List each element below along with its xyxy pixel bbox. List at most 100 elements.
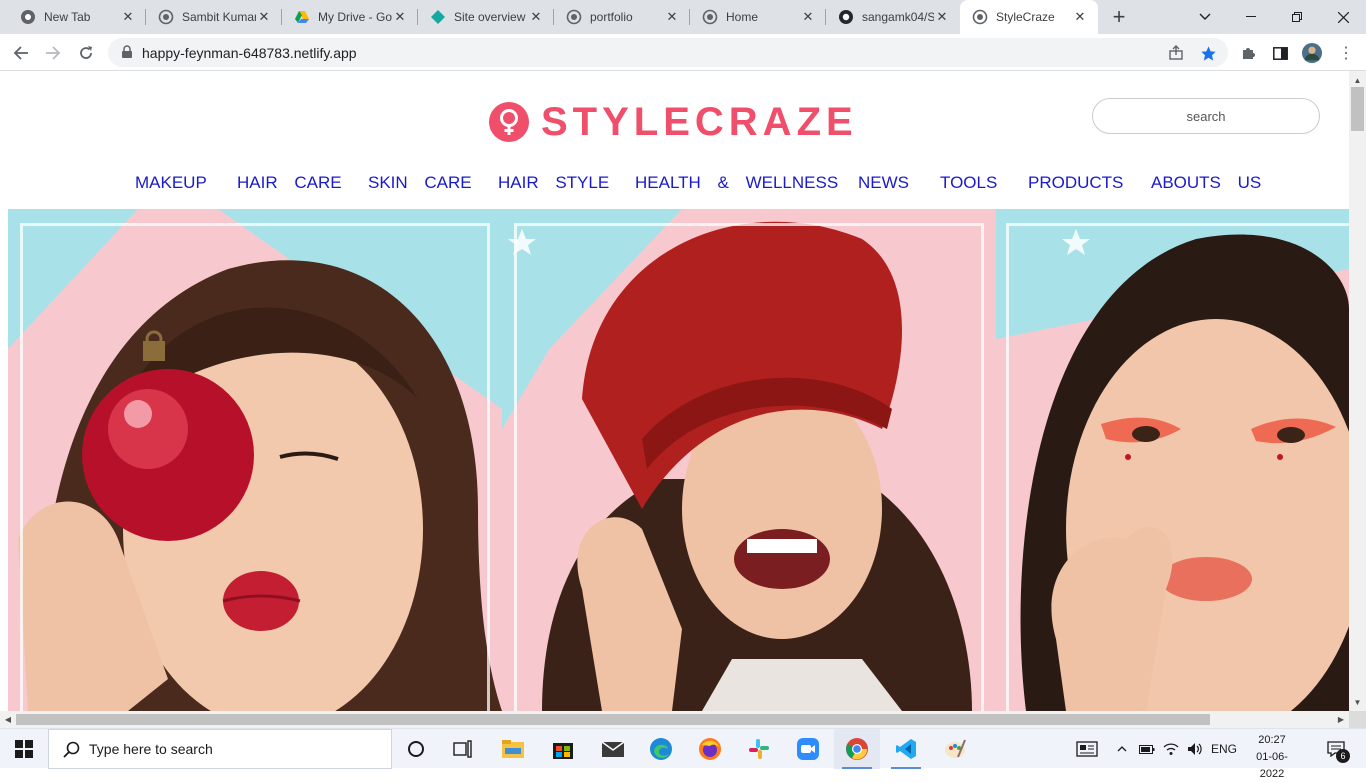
- taskbar-search-box[interactable]: Type here to search: [48, 729, 392, 769]
- chrome-taskbar-icon[interactable]: [834, 729, 880, 769]
- tab-portfolio[interactable]: portfolio ✕: [554, 0, 690, 34]
- tab-title: Home: [726, 10, 759, 24]
- nav-skin-care[interactable]: SKIN CARE: [368, 173, 472, 193]
- restore-button[interactable]: [1274, 0, 1320, 34]
- minimize-button[interactable]: [1228, 0, 1274, 34]
- side-panel-icon[interactable]: [1270, 43, 1290, 63]
- scroll-down-arrow-icon[interactable]: ▼: [1349, 695, 1366, 709]
- slack-icon[interactable]: [736, 729, 782, 769]
- paint-icon[interactable]: [932, 729, 978, 769]
- scroll-right-arrow-icon[interactable]: ▶: [1334, 711, 1348, 728]
- wifi-icon[interactable]: [1160, 729, 1182, 769]
- new-tab-button[interactable]: +: [1107, 4, 1131, 29]
- tab-search-chevron-icon[interactable]: [1182, 0, 1228, 34]
- globe-icon: [158, 9, 174, 25]
- tab-home[interactable]: Home ✕: [690, 0, 826, 34]
- edge-browser-icon[interactable]: [638, 729, 684, 769]
- close-icon[interactable]: ✕: [392, 9, 408, 25]
- scroll-left-arrow-icon[interactable]: ◀: [1, 711, 15, 728]
- site-search-input[interactable]: [1092, 98, 1320, 134]
- bookmark-star-icon[interactable]: [1199, 44, 1217, 62]
- nav-hair-style[interactable]: HAIR STYLE: [498, 173, 609, 193]
- lock-icon[interactable]: [120, 45, 134, 59]
- taskbar-search-placeholder: Type here to search: [89, 741, 213, 757]
- hero-banner[interactable]: [8, 209, 1349, 711]
- extensions-puzzle-icon[interactable]: [1238, 43, 1258, 63]
- menu-kebab-icon[interactable]: ⋮: [1336, 43, 1356, 63]
- cortana-icon[interactable]: [393, 729, 439, 769]
- close-icon[interactable]: ✕: [1072, 9, 1088, 25]
- tab-title: New Tab: [44, 10, 91, 24]
- address-bar[interactable]: happy-feynman-648783.netlify.app: [108, 38, 1228, 67]
- system-clock[interactable]: 20:27 01-06-2022: [1244, 732, 1300, 783]
- nav-health-wellness[interactable]: HEALTH & WELLNESS: [635, 173, 838, 193]
- tab-title: portfolio: [590, 10, 633, 24]
- globe-icon: [566, 9, 582, 25]
- reload-button[interactable]: [73, 40, 99, 66]
- nav-abouts-us[interactable]: ABOUTS US: [1151, 173, 1261, 193]
- close-icon[interactable]: ✕: [934, 9, 950, 25]
- tab-title: Sambit Kumar: [182, 10, 256, 24]
- globe-icon: [972, 9, 988, 25]
- url-text: happy-feynman-648783.netlify.app: [142, 45, 357, 61]
- tab-sambit[interactable]: Sambit Kumar ✕: [146, 0, 282, 34]
- netlify-icon: [430, 9, 446, 25]
- nav-makeup[interactable]: MAKEUP: [135, 173, 207, 193]
- zoom-icon[interactable]: [785, 729, 831, 769]
- tab-title: My Drive - Google Drive: [318, 10, 392, 24]
- horizontal-scrollbar[interactable]: ◀ ▶: [0, 711, 1349, 728]
- tab-stylecraze[interactable]: StyleCraze ✕: [960, 0, 1098, 34]
- start-button[interactable]: [0, 729, 48, 769]
- nav-products[interactable]: PRODUCTS: [1028, 173, 1123, 193]
- notification-count-badge: 6: [1336, 749, 1350, 763]
- tab-google-drive[interactable]: My Drive - Google Drive ✕: [282, 0, 418, 34]
- news-widget-icon[interactable]: [1072, 729, 1102, 769]
- scrollbar-corner: [1349, 711, 1366, 728]
- nav-hair-care[interactable]: HAIR CARE: [237, 173, 342, 193]
- close-icon[interactable]: ✕: [800, 9, 816, 25]
- clock-time: 20:27: [1258, 734, 1286, 746]
- task-view-icon[interactable]: [440, 729, 486, 769]
- profile-avatar[interactable]: [1302, 43, 1322, 63]
- tab-new-tab[interactable]: New Tab ✕: [8, 0, 146, 34]
- close-icon[interactable]: ✕: [664, 9, 680, 25]
- firefox-icon[interactable]: [687, 729, 733, 769]
- file-explorer-icon[interactable]: [490, 729, 536, 769]
- google-drive-icon: [294, 9, 310, 25]
- hero-frame: [514, 223, 984, 711]
- nav-tools[interactable]: TOOLS: [940, 173, 997, 193]
- microsoft-store-icon[interactable]: [540, 729, 586, 769]
- tab-strip: New Tab ✕ Sambit Kumar ✕ My Drive - Goog…: [0, 0, 1366, 34]
- volume-icon[interactable]: [1184, 729, 1206, 769]
- scroll-up-arrow-icon[interactable]: ▲: [1349, 73, 1366, 87]
- vertical-scroll-thumb[interactable]: [1351, 87, 1364, 131]
- vscode-icon[interactable]: [883, 729, 929, 769]
- browser-toolbar: happy-feynman-648783.netlify.app ⋮: [0, 34, 1366, 71]
- close-window-button[interactable]: [1320, 0, 1366, 34]
- share-icon[interactable]: [1167, 44, 1185, 62]
- vertical-scrollbar[interactable]: ▲ ▼: [1349, 71, 1366, 711]
- close-icon[interactable]: ✕: [256, 9, 272, 25]
- site-logo[interactable]: STYLECRAZE: [489, 101, 858, 143]
- battery-icon[interactable]: [1136, 729, 1158, 769]
- nav-news[interactable]: NEWS: [858, 173, 909, 193]
- chrome-icon: [20, 9, 36, 25]
- notification-center-button[interactable]: 6: [1316, 729, 1356, 769]
- close-icon[interactable]: ✕: [528, 9, 544, 25]
- tab-title: sangamk04/S: [862, 10, 934, 24]
- tab-github[interactable]: sangamk04/S ✕: [826, 0, 960, 34]
- hero-frame: [1006, 223, 1349, 711]
- tab-site-overview[interactable]: Site overview ✕: [418, 0, 554, 34]
- horizontal-scroll-thumb[interactable]: [16, 714, 1210, 725]
- github-icon: [838, 9, 854, 25]
- clock-date: 01-06-2022: [1256, 751, 1288, 780]
- tab-title: StyleCraze: [996, 10, 1055, 24]
- mail-icon[interactable]: [590, 729, 636, 769]
- back-button[interactable]: [8, 40, 34, 66]
- language-indicator[interactable]: ENG: [1208, 729, 1240, 769]
- close-icon[interactable]: ✕: [120, 9, 136, 25]
- tab-title: Site overview: [454, 10, 526, 24]
- female-symbol-icon: [489, 102, 529, 142]
- forward-button[interactable]: [40, 40, 66, 66]
- show-hidden-icons-chevron-icon[interactable]: [1112, 729, 1132, 769]
